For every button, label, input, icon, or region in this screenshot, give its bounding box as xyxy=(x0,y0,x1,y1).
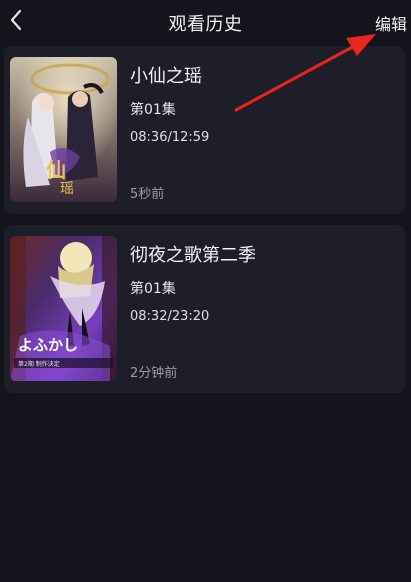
history-item[interactable]: 仙 瑶 小仙之瑶 第01集 08:36/12:59 5秒前 xyxy=(4,46,405,214)
history-item-info: 小仙之瑶 第01集 08:36/12:59 5秒前 xyxy=(130,46,395,214)
history-item[interactable]: よふかし 第2期 制作決定 彻夜之歌第二季 第01集 08:32/23:20 2… xyxy=(4,225,405,393)
top-bar: 观看历史 编辑 xyxy=(0,0,411,46)
watched-time-ago: 2分钟前 xyxy=(130,366,178,381)
playback-progress: 08:32/23:20 xyxy=(130,309,210,324)
episode-label: 第01集 xyxy=(130,281,176,297)
edit-button[interactable]: 编辑 xyxy=(375,11,407,35)
watch-history-page: 观看历史 编辑 仙 瑶 小仙之瑶 第01集 08:36/12:59 5秒前 よふ… xyxy=(0,0,411,582)
svg-text:瑶: 瑶 xyxy=(60,181,74,197)
poster-thumbnail: 仙 瑶 xyxy=(10,57,117,202)
watched-time-ago: 5秒前 xyxy=(130,187,165,202)
playback-progress: 08:36/12:59 xyxy=(130,130,210,145)
svg-text:よふかし: よふかし xyxy=(18,336,78,354)
svg-text:第2期 制作決定: 第2期 制作決定 xyxy=(18,360,60,368)
show-title: 彻夜之歌第二季 xyxy=(130,245,256,266)
show-title: 小仙之瑶 xyxy=(130,66,202,87)
svg-text:仙: 仙 xyxy=(46,158,66,182)
episode-label: 第01集 xyxy=(130,102,176,118)
history-item-info: 彻夜之歌第二季 第01集 08:32/23:20 2分钟前 xyxy=(130,225,395,393)
poster-thumbnail: よふかし 第2期 制作決定 xyxy=(10,236,117,381)
page-title: 观看历史 xyxy=(168,14,243,35)
